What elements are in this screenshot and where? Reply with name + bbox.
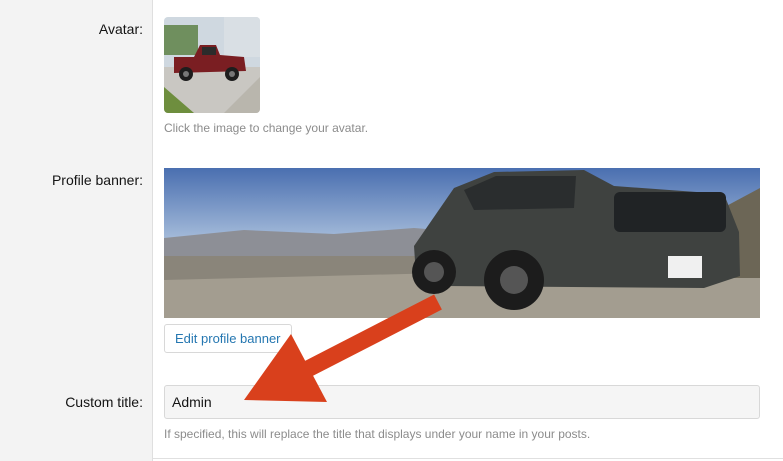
divider [153,458,783,459]
edit-profile-banner-button[interactable]: Edit profile banner [164,324,292,353]
custom-title-input[interactable] [164,385,760,419]
custom-title-label: Custom title: [65,394,143,410]
avatar-label: Avatar: [98,21,143,37]
avatar-hint: Click the image to change your avatar. [164,121,369,135]
profile-banner-label: Profile banner: [51,172,143,188]
label-column [0,0,153,461]
avatar-image[interactable] [164,17,260,113]
custom-title-hint: If specified, this will replace the titl… [164,427,591,441]
profile-banner-image [164,168,760,318]
